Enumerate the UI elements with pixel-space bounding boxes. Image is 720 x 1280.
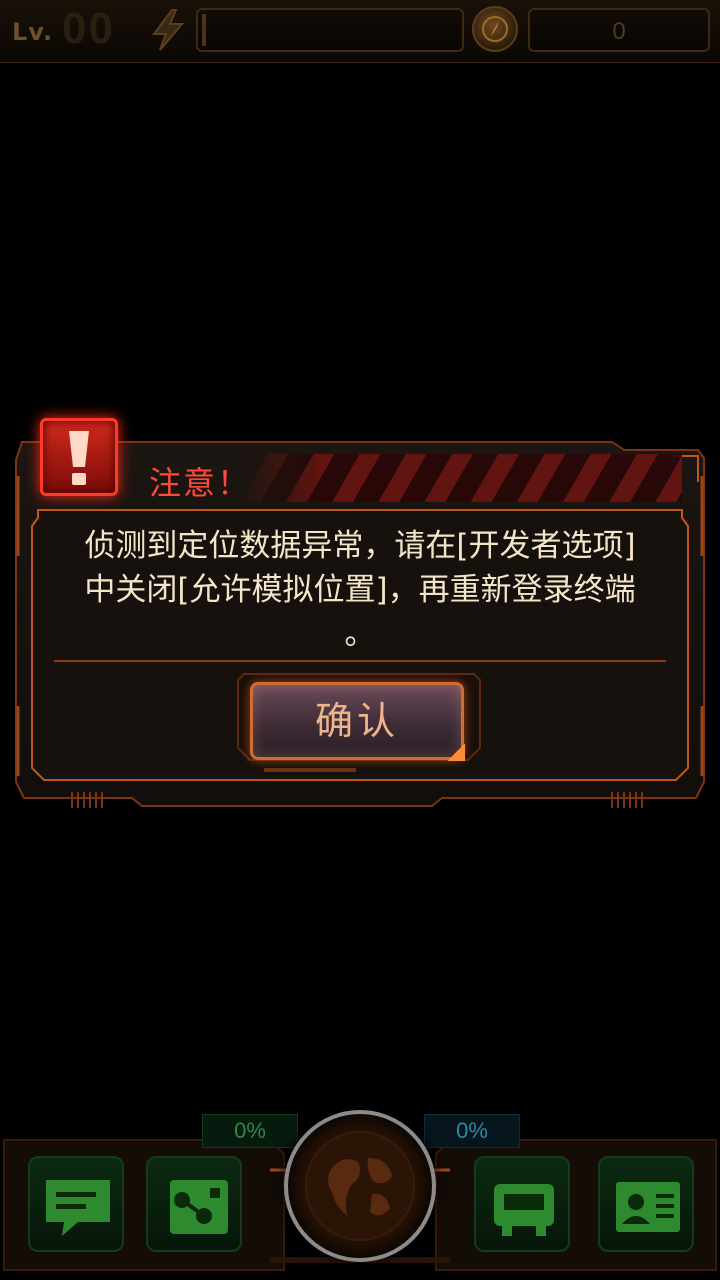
energy-bar <box>196 8 464 52</box>
right-progress-percent: 0% <box>424 1114 520 1148</box>
coin-value: 0 <box>612 18 626 45</box>
share-button[interactable] <box>146 1156 242 1252</box>
coin-counter: 0 <box>528 8 710 52</box>
level-value: 00 <box>62 4 115 53</box>
message-line: 中关闭[允许模拟位置]，再重新登录终端 <box>84 572 636 608</box>
alert-dialog: 注意！ 侦测到定位数据异常，请在[开发者选项] 中关闭[允许模拟位置]，再重新登… <box>12 418 708 812</box>
hazard-stripes <box>242 454 682 502</box>
divider <box>54 660 666 662</box>
profile-card-icon <box>616 1182 680 1232</box>
chat-icon <box>46 1180 110 1236</box>
dialog-title: 注意！ <box>149 464 252 502</box>
confirm-button-frame: 确认 <box>236 672 482 772</box>
device-button[interactable] <box>474 1156 570 1252</box>
bottom-nav: 0% 0% <box>0 1110 720 1280</box>
exclamation-icon <box>40 418 118 496</box>
confirm-button[interactable]: 确认 <box>250 682 465 761</box>
button-underline <box>264 768 356 772</box>
compass-coin-icon <box>472 6 518 52</box>
level-label: Lv. <box>12 18 54 46</box>
device-icon <box>494 1184 554 1236</box>
dialog-message: 侦测到定位数据异常，请在[开发者选项] 中关闭[允许模拟位置]，再重新登录终端 … <box>42 524 678 656</box>
globe-icon <box>305 1131 415 1241</box>
share-icon <box>170 1180 228 1234</box>
profile-button[interactable] <box>598 1156 694 1252</box>
message-line: 。 <box>344 616 376 652</box>
globe-button[interactable] <box>284 1110 436 1262</box>
lightning-icon <box>148 8 188 52</box>
top-status-bar: Lv. 00 0 <box>0 0 720 63</box>
left-progress-percent: 0% <box>202 1114 298 1148</box>
message-line: 侦测到定位数据异常，请在[开发者选项] <box>84 528 636 564</box>
chat-button[interactable] <box>28 1156 124 1252</box>
